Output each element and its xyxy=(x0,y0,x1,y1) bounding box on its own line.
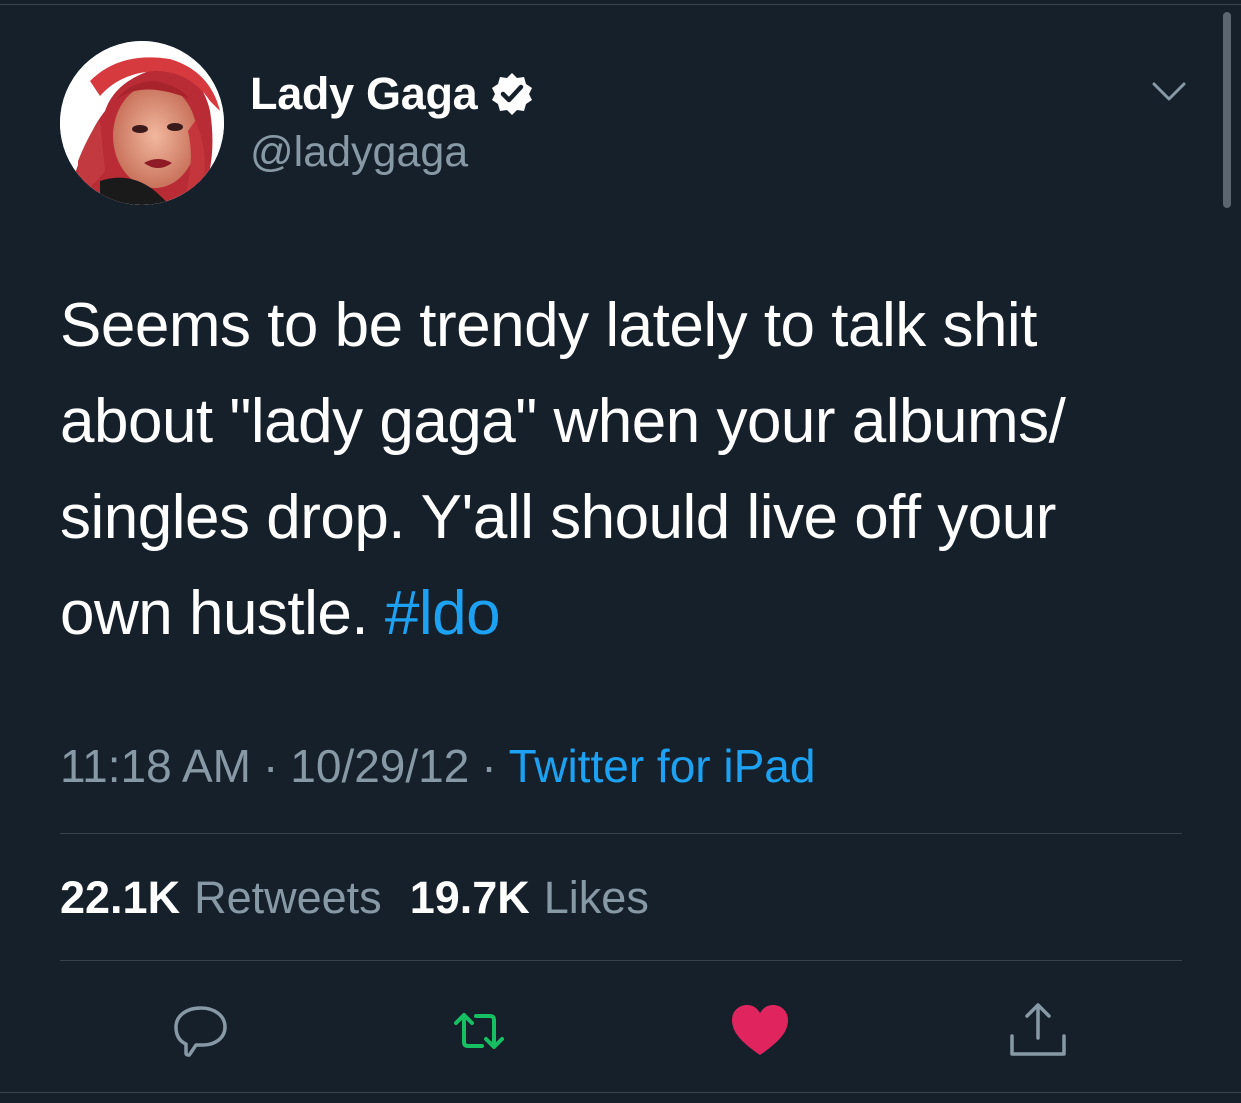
chevron-down-icon[interactable] xyxy=(1150,78,1188,106)
bottom-border xyxy=(0,1092,1241,1093)
retweets-label: Retweets xyxy=(194,872,382,923)
reply-icon xyxy=(174,1006,227,1057)
retweets-stat[interactable]: 22.1K Retweets xyxy=(60,872,382,924)
likes-label: Likes xyxy=(543,872,649,923)
tweet-text-last-line: own hustle. #ldo xyxy=(60,566,1190,662)
tweet-date[interactable]: 10/29/12 xyxy=(290,739,469,793)
share-button[interactable] xyxy=(1007,1000,1069,1062)
author-display-name[interactable]: Lady Gaga xyxy=(250,68,478,120)
meta-separator: · xyxy=(481,740,497,792)
tweet-text-line: Seems to be trendy lately to talk shit xyxy=(60,291,1037,360)
likes-stat[interactable]: 19.7K Likes xyxy=(410,872,649,924)
author-name-row[interactable]: Lady Gaga xyxy=(250,66,535,122)
top-border xyxy=(0,4,1241,5)
tweet-text-segment: own hustle. xyxy=(60,579,385,648)
divider xyxy=(60,960,1182,961)
tweet-text: Seems to be trendy lately to talk shit a… xyxy=(60,278,1190,662)
author-handle[interactable]: @ladygaga xyxy=(250,128,468,177)
heart-icon xyxy=(732,1005,788,1055)
tweet-source-link[interactable]: Twitter for iPad xyxy=(509,739,816,793)
avatar[interactable] xyxy=(60,41,224,205)
verified-badge-icon xyxy=(489,71,535,117)
like-button[interactable] xyxy=(729,1000,791,1062)
avatar-image xyxy=(60,41,224,205)
tweet-time[interactable]: 11:18 AM xyxy=(60,739,251,793)
retweet-button[interactable] xyxy=(448,1000,510,1062)
tweet-text-line: singles drop. Y'all should live off your xyxy=(60,483,1056,552)
scrollbar-thumb[interactable] xyxy=(1223,12,1231,208)
likes-count: 19.7K xyxy=(409,872,530,923)
tweet-stats: 22.1K Retweets 19.7K Likes xyxy=(60,868,649,928)
tweet-metadata: 11:18 AM · 10/29/12 · Twitter for iPad xyxy=(60,736,815,796)
retweet-icon xyxy=(454,1013,504,1049)
meta-separator: · xyxy=(262,740,279,792)
share-icon xyxy=(1010,1003,1066,1056)
reply-button[interactable] xyxy=(170,1000,232,1062)
divider xyxy=(60,833,1182,834)
tweet-text-line: about "lady gaga" when your albums/ xyxy=(60,387,1066,456)
hashtag-link[interactable]: #ldo xyxy=(385,579,501,648)
retweets-count: 22.1K xyxy=(60,872,181,923)
